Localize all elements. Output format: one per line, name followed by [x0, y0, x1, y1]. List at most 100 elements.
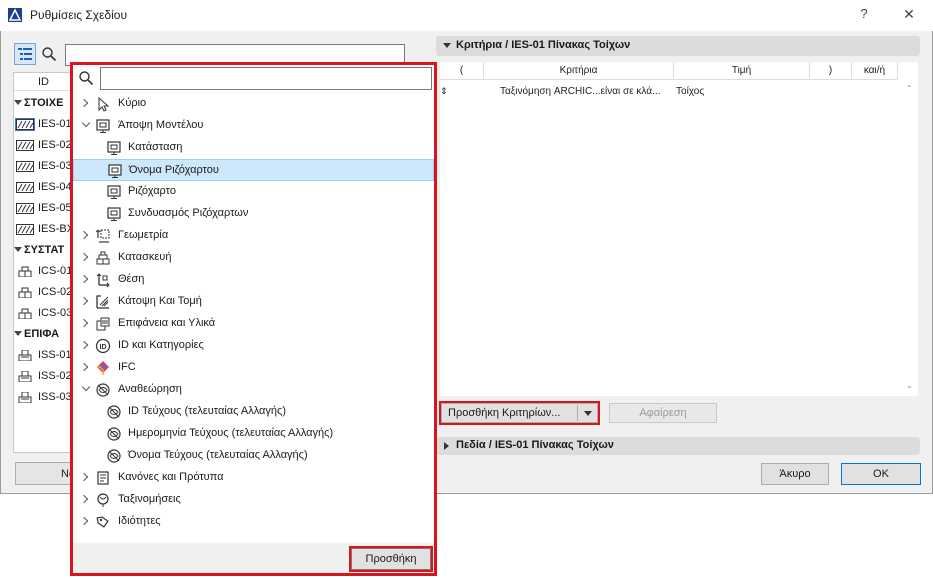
criteria-tree-item[interactable]: Γεωμετρία	[73, 225, 434, 247]
schedule-item[interactable]: ICS-03	[14, 304, 74, 324]
wall-icon	[16, 182, 34, 193]
add-criteria-button[interactable]: Προσθήκη Κριτηρίων...	[439, 401, 600, 425]
criteria-tree-item[interactable]: Άποψη Μοντέλου	[73, 115, 434, 137]
help-button[interactable]: ?	[852, 6, 876, 26]
chevron-right-icon[interactable]	[79, 362, 89, 372]
criteria-tree-item[interactable]: ID ID και Κατηγορίες	[73, 335, 434, 357]
schedule-item[interactable]: IES-05	[14, 199, 74, 219]
schedule-item[interactable]: ISS-01	[14, 346, 74, 366]
schedule-item[interactable]: IES-BX	[14, 220, 74, 240]
schedule-item-label: IES-04	[38, 181, 72, 193]
criteria-tree-item[interactable]: Θέση	[73, 269, 434, 291]
criteria-tree-item[interactable]: Συνδυασμός Ριζόχαρτων	[73, 203, 434, 225]
criterion-cell[interactable]: Ταξινόμηση ARCHIC...είναι σε κλά...	[500, 86, 660, 97]
criteria-tree-item[interactable]: Ριζόχαρτο	[73, 181, 434, 203]
criteria-tree-item[interactable]: Ημερομηνία Τεύχους (τελευταίας Αλλαγής)	[73, 423, 434, 445]
schedule-group[interactable]: ΕΠΙΦΑ	[14, 325, 74, 345]
criteria-search-input[interactable]	[100, 67, 432, 90]
schedule-item-label: IES-01	[38, 118, 72, 130]
criteria-tree-item-label: ID και Κατηγορίες	[118, 339, 204, 351]
chevron-right-icon[interactable]	[79, 472, 89, 482]
value-cell[interactable]: Τοίχος	[676, 86, 704, 97]
col-close-paren: )	[810, 62, 852, 80]
schedule-item[interactable]: ICS-01	[14, 262, 74, 282]
surface-brush-icon	[16, 391, 34, 404]
schedule-item[interactable]: IES-04	[14, 178, 74, 198]
criteria-tree-item[interactable]: Ταξινομήσεις	[73, 489, 434, 511]
schedule-item[interactable]: IES-03	[14, 157, 74, 177]
criteria-tree-item[interactable]: Κάτοψη Και Τομή	[73, 291, 434, 313]
criteria-tree-item-label: Όνομα Τεύχους (τελευταίας Αλλαγής)	[128, 449, 308, 461]
window-title: Ρυθμίσεις Σχεδίου	[30, 8, 128, 22]
chevron-right-icon[interactable]	[79, 516, 89, 526]
criteria-tree-item-label: Άποψη Μοντέλου	[118, 119, 204, 131]
fields-section-header[interactable]: Πεδία / IES-01 Πίνακας Τοίχων	[436, 437, 920, 455]
schedule-group[interactable]: ΣΥΣΤΑΤ	[14, 241, 74, 261]
schedule-item[interactable]: ICS-02	[14, 283, 74, 303]
chevron-right-icon[interactable]	[79, 274, 89, 284]
chevron-right-icon[interactable]	[79, 296, 89, 306]
criteria-tree-item[interactable]: Κατάσταση	[73, 137, 434, 159]
new-schedule-button[interactable]: Να	[15, 462, 75, 485]
close-button[interactable]: ✕	[897, 6, 921, 26]
criteria-tree-item-label: Ριζόχαρτο	[128, 185, 176, 197]
collapse-triangle-icon	[443, 43, 451, 48]
schedule-item[interactable]: ISS-02	[14, 367, 74, 387]
title-bar: Ρυθμίσεις Σχεδίου ? ✕	[0, 0, 933, 31]
surface-brush-icon	[16, 370, 34, 383]
chevron-right-icon[interactable]	[79, 98, 89, 108]
criteria-section-title: Κριτήρια / IES-01 Πίνακας Τοίχων	[456, 39, 631, 51]
criteria-tree-item-label: Ιδιότητες	[118, 515, 161, 527]
archicad-app-icon	[8, 8, 22, 22]
chevron-down-icon[interactable]	[81, 382, 91, 392]
criteria-section-header[interactable]: Κριτήρια / IES-01 Πίνακας Τοίχων	[436, 36, 920, 56]
svg-text:ID: ID	[100, 344, 107, 351]
list-header: ID	[14, 73, 74, 91]
criteria-tree-item[interactable]: Ιδιότητες	[73, 511, 434, 533]
schedule-item[interactable]: IES-01	[14, 115, 74, 135]
schedule-item[interactable]: IES-02	[14, 136, 74, 156]
chevron-right-icon[interactable]	[79, 252, 89, 262]
schedule-group[interactable]: ΣΤΟΙΧΕ	[14, 94, 74, 114]
row-drag-handle-icon[interactable]: ⇕	[440, 86, 448, 97]
schedule-item[interactable]: ISS-03	[14, 388, 74, 408]
remove-button[interactable]: Αφαίρεση	[609, 403, 717, 423]
ok-button[interactable]: OK	[841, 463, 921, 485]
classification-icon	[95, 492, 111, 508]
criteria-tree-item[interactable]: Κύριο	[73, 93, 434, 115]
cancel-button[interactable]: Άκυρο	[761, 463, 829, 485]
collapse-triangle-icon	[14, 331, 22, 336]
chevron-right-icon[interactable]	[79, 340, 89, 350]
collapse-triangle-icon	[14, 100, 22, 105]
chevron-down-icon[interactable]	[81, 118, 91, 128]
schedule-group-label: ΣΥΣΤΑΤ	[24, 244, 65, 256]
criteria-tree-item-label: Συνδυασμός Ριζόχαρτων	[128, 207, 249, 219]
cursor-icon	[95, 96, 111, 112]
criteria-tree-item[interactable]: Αναθεώρηση	[73, 379, 434, 401]
criteria-tree-item[interactable]: Όνομα Ριζόχαρτου	[73, 159, 434, 181]
view-toggle-button[interactable]	[14, 43, 36, 65]
collapse-triangle-icon	[14, 247, 22, 252]
criteria-tree-item[interactable]: Όνομα Τεύχους (τελευταίας Αλλαγής)	[73, 445, 434, 467]
criteria-tree-item[interactable]: Επιφάνεια και Υλικά	[73, 313, 434, 335]
criteria-tree-item-label: Κύριο	[118, 97, 147, 109]
scroll-down-icon[interactable]: ⌄	[906, 381, 913, 390]
schedule-item-label: ICS-03	[38, 307, 73, 319]
popup-add-button[interactable]: Προσθήκη	[349, 546, 433, 572]
criteria-tree-item[interactable]: IFC	[73, 357, 434, 379]
chevron-right-icon[interactable]	[79, 494, 89, 504]
dropdown-arrow-icon[interactable]	[584, 411, 592, 416]
criteria-tree-item[interactable]: Κατασκευή	[73, 247, 434, 269]
scroll-up-icon[interactable]: ⌃	[906, 84, 913, 93]
criteria-tree-item[interactable]: Κανόνες και Πρότυπα	[73, 467, 434, 489]
chevron-right-icon[interactable]	[79, 230, 89, 240]
criteria-tree-item[interactable]: ID Τεύχους (τελευταίας Αλλαγής)	[73, 401, 434, 423]
wall-icon	[15, 118, 35, 131]
chevron-right-icon[interactable]	[79, 318, 89, 328]
schedule-item-label: IES-02	[38, 139, 72, 151]
criteria-tree-item-label: Ταξινομήσεις	[118, 493, 181, 505]
component-icon	[16, 287, 34, 299]
criteria-tree-item-label: Επιφάνεια και Υλικά	[118, 317, 216, 329]
model-view-icon	[107, 163, 123, 179]
criteria-tree-item-label: Θέση	[118, 273, 145, 285]
